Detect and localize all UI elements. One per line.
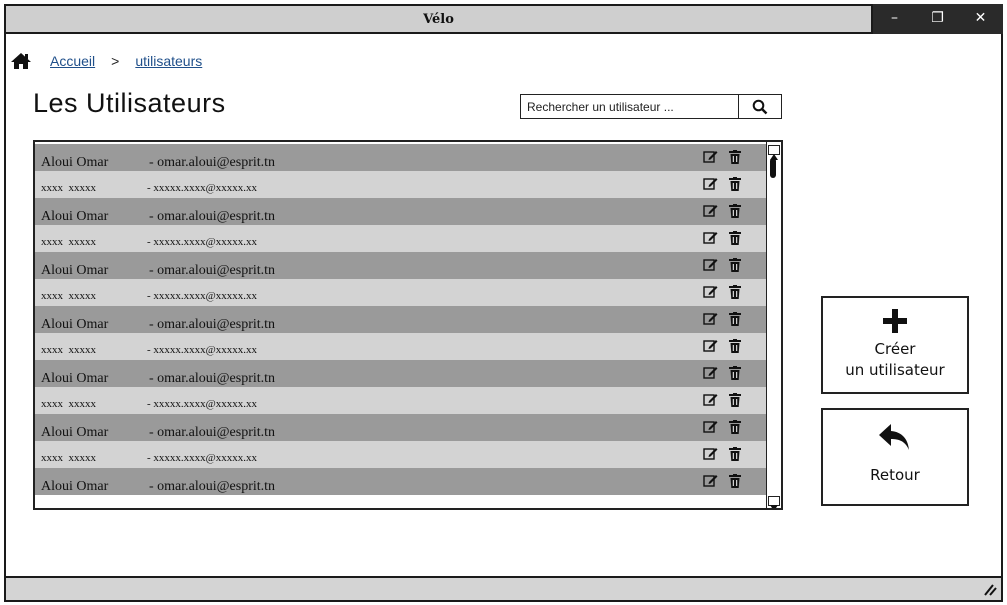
close-button[interactable]: ✕ <box>959 4 1002 34</box>
user-name: xxxx xxxxx <box>41 398 96 410</box>
list-item[interactable]: Aloui Omar - omar.aloui@esprit.tn <box>35 198 766 225</box>
user-list: Aloui Omar - omar.aloui@esprit.tn xxxx xxx… <box>33 140 783 510</box>
list-item[interactable]: Aloui Omar - omar.aloui@esprit.tn <box>35 468 766 495</box>
trash-icon[interactable] <box>729 312 741 331</box>
edit-icon[interactable] <box>703 150 718 168</box>
user-email: - xxxxx.xxxx@xxxxx.xx <box>147 344 258 356</box>
user-name: Aloui Omar <box>41 371 109 386</box>
edit-icon[interactable] <box>703 204 718 222</box>
search-icon <box>752 99 768 114</box>
edit-icon[interactable] <box>703 447 718 463</box>
user-email: - xxxxx.xxxx@xxxxx.xx <box>147 290 258 302</box>
trash-icon[interactable] <box>729 420 741 439</box>
scroll-thumb[interactable] <box>770 158 776 178</box>
list-item[interactable]: xxxx xxxxx - xxxxx.xxxx@xxxxx.xx <box>35 387 766 414</box>
trash-icon[interactable] <box>729 150 741 169</box>
list-item[interactable]: xxxx xxxxx - xxxxx.xxxx@xxxxx.xx <box>35 171 766 198</box>
breadcrumb: Accueil > utilisateurs <box>10 50 202 72</box>
user-email: - omar.aloui@esprit.tn <box>149 209 276 224</box>
back-button[interactable]: Retour <box>821 408 969 506</box>
trash-icon[interactable] <box>729 258 741 277</box>
list-item[interactable]: Aloui Omar - omar.aloui@esprit.tn <box>35 360 766 387</box>
create-user-button[interactable]: Créer un utilisateur <box>821 296 969 394</box>
scroll-down-icon[interactable] <box>768 496 780 508</box>
edit-icon[interactable] <box>703 366 718 384</box>
user-name: Aloui Omar <box>41 425 109 440</box>
user-email: - omar.aloui@esprit.tn <box>149 263 276 278</box>
minimize-button[interactable]: – <box>873 4 916 34</box>
list-item[interactable]: Aloui Omar - omar.aloui@esprit.tn <box>35 144 766 171</box>
user-name: xxxx xxxxx <box>41 236 96 248</box>
trash-icon[interactable] <box>729 339 741 356</box>
user-name: xxxx xxxxx <box>41 452 96 464</box>
trash-icon[interactable] <box>729 204 741 223</box>
user-email: - omar.aloui@esprit.tn <box>149 155 276 170</box>
plus-icon <box>823 308 967 334</box>
user-name: Aloui Omar <box>41 317 109 332</box>
breadcrumb-separator: > <box>111 53 120 69</box>
window-controls: – ❐ ✕ <box>873 4 1003 34</box>
restore-button[interactable]: ❐ <box>916 4 959 34</box>
edit-icon[interactable] <box>703 474 718 492</box>
trash-icon[interactable] <box>729 285 741 302</box>
user-email: - omar.aloui@esprit.tn <box>149 317 276 332</box>
page-title: Les Utilisateurs <box>33 88 226 118</box>
edit-icon[interactable] <box>703 285 718 301</box>
edit-icon[interactable] <box>703 177 718 193</box>
create-user-label-1: Créer <box>874 340 916 358</box>
user-name: Aloui Omar <box>41 209 109 224</box>
list-item[interactable]: xxxx xxxxx - xxxxx.xxxx@xxxxx.xx <box>35 333 766 360</box>
edit-icon[interactable] <box>703 231 718 247</box>
resize-grip-icon[interactable] <box>983 584 997 596</box>
create-user-label-2: un utilisateur <box>845 361 945 379</box>
user-email: - xxxxx.xxxx@xxxxx.xx <box>147 236 258 248</box>
trash-icon[interactable] <box>729 366 741 385</box>
trash-icon[interactable] <box>729 474 741 493</box>
search-box <box>520 94 782 119</box>
user-name: xxxx xxxxx <box>41 290 96 302</box>
edit-icon[interactable] <box>703 393 718 409</box>
reply-arrow-icon <box>823 422 967 454</box>
user-email: - xxxxx.xxxx@xxxxx.xx <box>147 182 258 194</box>
list-item[interactable]: Aloui Omar - omar.aloui@esprit.tn <box>35 252 766 279</box>
edit-icon[interactable] <box>703 339 718 355</box>
trash-icon[interactable] <box>729 177 741 194</box>
list-item[interactable]: xxxx xxxxx - xxxxx.xxxx@xxxxx.xx <box>35 279 766 306</box>
list-item[interactable]: xxxx xxxxx - xxxxx.xxxx@xxxxx.xx <box>35 441 766 468</box>
list-item[interactable]: Aloui Omar - omar.aloui@esprit.tn <box>35 414 766 441</box>
user-name: xxxx xxxxx <box>41 182 96 194</box>
user-name: Aloui Omar <box>41 263 109 278</box>
scroll-up-icon[interactable] <box>768 145 780 160</box>
user-name: Aloui Omar <box>41 155 109 170</box>
user-email: - xxxxx.xxxx@xxxxx.xx <box>147 452 258 464</box>
trash-icon[interactable] <box>729 231 741 248</box>
edit-icon[interactable] <box>703 312 718 330</box>
search-input[interactable] <box>521 95 739 118</box>
edit-icon[interactable] <box>703 258 718 276</box>
list-item[interactable]: Aloui Omar - omar.aloui@esprit.tn <box>35 306 766 333</box>
user-email: - omar.aloui@esprit.tn <box>149 479 276 494</box>
back-label: Retour <box>870 466 920 484</box>
scrollbar[interactable] <box>766 142 781 508</box>
user-name: Aloui Omar <box>41 479 109 494</box>
trash-icon[interactable] <box>729 393 741 410</box>
user-email: - xxxxx.xxxx@xxxxx.xx <box>147 398 258 410</box>
user-email: - omar.aloui@esprit.tn <box>149 371 276 386</box>
user-name: xxxx xxxxx <box>41 344 96 356</box>
title-bar: Vélo <box>4 4 873 34</box>
edit-icon[interactable] <box>703 420 718 438</box>
search-button[interactable] <box>738 95 781 118</box>
status-bar <box>4 576 1003 602</box>
window-title: Vélo <box>423 12 454 27</box>
list-item[interactable]: xxxx xxxxx - xxxxx.xxxx@xxxxx.xx <box>35 225 766 252</box>
breadcrumb-current-link[interactable]: utilisateurs <box>135 53 202 69</box>
home-icon[interactable] <box>10 52 32 70</box>
breadcrumb-home-link[interactable]: Accueil <box>50 53 95 69</box>
trash-icon[interactable] <box>729 447 741 464</box>
user-email: - omar.aloui@esprit.tn <box>149 425 276 440</box>
